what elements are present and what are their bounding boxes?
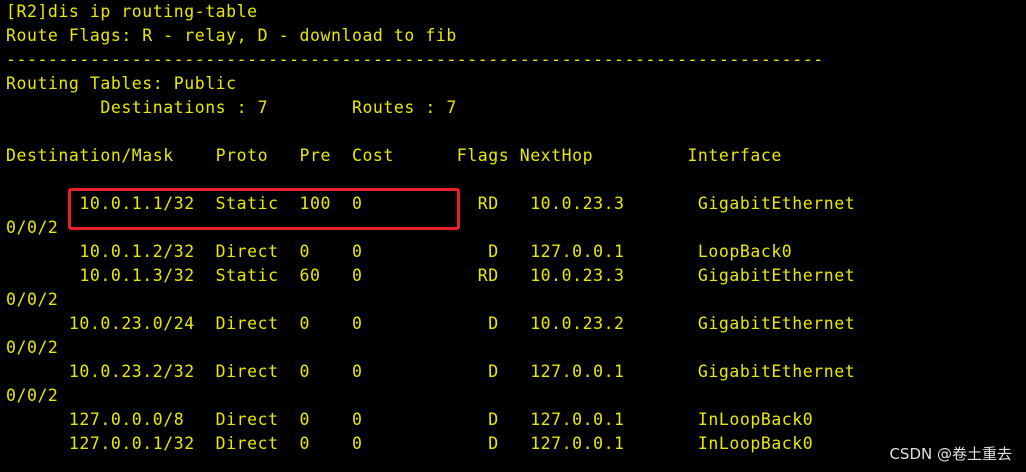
route-row-continuation: 0/0/2 — [6, 386, 59, 405]
terminal-line-summary: Destinations : 7 Routes : 7 — [6, 98, 457, 117]
route-row: 127.0.0.1/32 Direct 0 0 D 127.0.0.1 InLo… — [6, 434, 814, 453]
route-row: 10.0.23.0/24 Direct 0 0 D 10.0.23.2 Giga… — [6, 314, 856, 333]
terminal-line-table-name: Routing Tables: Public — [6, 74, 237, 93]
terminal-window: [R2]dis ip routing-table Route Flags: R … — [0, 0, 1026, 472]
highlight-box — [68, 188, 460, 230]
terminal-line-command: [R2]dis ip routing-table — [6, 2, 258, 21]
route-row-continuation: 0/0/2 — [6, 218, 59, 237]
route-row: 127.0.0.0/8 Direct 0 0 D 127.0.0.1 InLoo… — [6, 410, 814, 429]
terminal-line-separator: ----------------------------------------… — [6, 50, 824, 69]
route-row: 10.0.1.3/32 Static 60 0 RD 10.0.23.3 Gig… — [6, 266, 856, 285]
route-row-continuation: 0/0/2 — [6, 290, 59, 309]
route-row-continuation: 0/0/2 — [6, 338, 59, 357]
route-row: 10.0.23.2/32 Direct 0 0 D 127.0.0.1 Giga… — [6, 362, 856, 381]
watermark: CSDN @卷土重去 — [889, 445, 1012, 463]
terminal-line-route-flags: Route Flags: R - relay, D - download to … — [6, 26, 457, 45]
route-row: 10.0.1.2/32 Direct 0 0 D 127.0.0.1 LoopB… — [6, 242, 793, 261]
terminal-line-column-headers: Destination/Mask Proto Pre Cost Flags Ne… — [6, 146, 782, 165]
